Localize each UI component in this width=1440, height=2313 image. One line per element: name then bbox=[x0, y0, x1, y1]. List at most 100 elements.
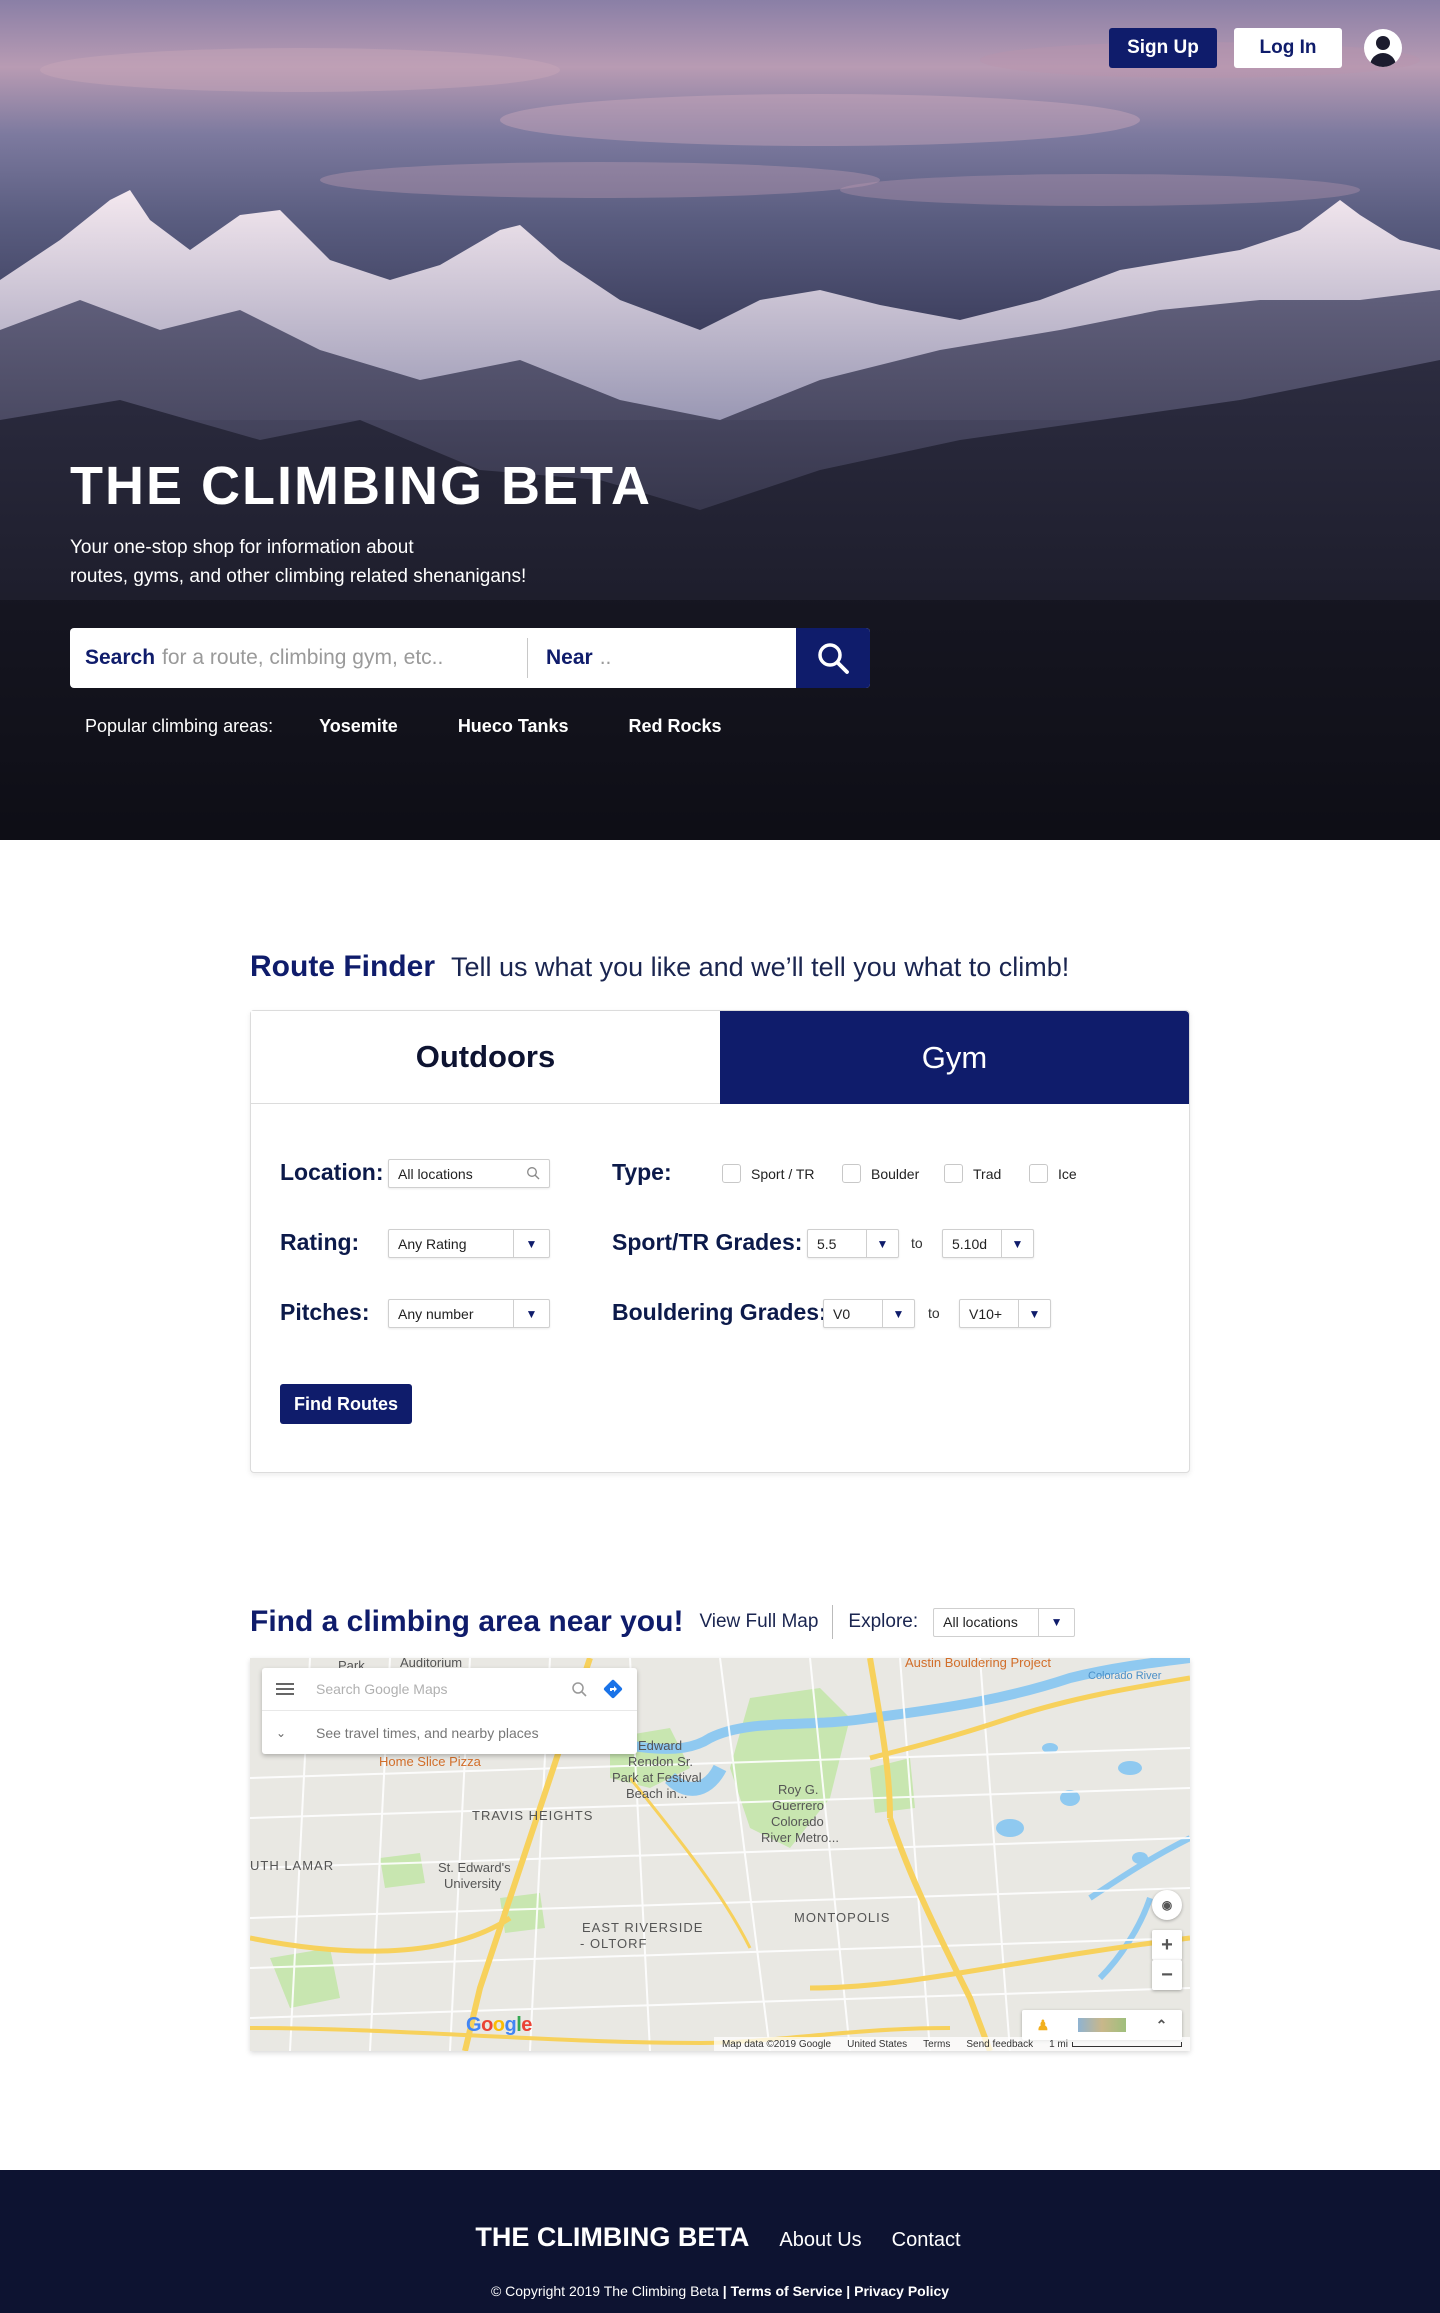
login-button[interactable]: Log In bbox=[1234, 28, 1342, 68]
avatar-head bbox=[1376, 36, 1390, 50]
search-icon[interactable] bbox=[571, 1681, 587, 1697]
site-footer: THE CLIMBING BETA About Us Contact © Cop… bbox=[0, 2170, 1440, 2313]
chevron-down-icon: ▼ bbox=[513, 1230, 549, 1257]
search-button[interactable] bbox=[796, 628, 870, 688]
footer-contact-link[interactable]: Contact bbox=[892, 2229, 961, 2252]
bouldering-grades-label: Bouldering Grades: bbox=[612, 1299, 827, 1325]
map-label: MONTOPOLIS bbox=[794, 1910, 891, 1925]
map-section-header: Find a climbing area near you! View Full… bbox=[250, 1600, 1076, 1644]
signup-button[interactable]: Sign Up bbox=[1109, 28, 1217, 68]
terms-link[interactable]: Terms of Service bbox=[731, 2283, 843, 2299]
type-checkbox-sport[interactable]: Sport / TR bbox=[722, 1164, 815, 1183]
map-label: Colorado bbox=[771, 1814, 824, 1829]
map-label: - OLTORF bbox=[580, 1936, 648, 1951]
map-country-link[interactable]: United States bbox=[847, 2039, 907, 2050]
chevron-down-icon: ▼ bbox=[866, 1230, 898, 1257]
map-terms-link[interactable]: Terms bbox=[923, 2039, 950, 2050]
hero-search-bar: Search for a route, climbing gym, etc.. … bbox=[70, 628, 870, 688]
footer-legal: © Copyright 2019 The Climbing Beta | Ter… bbox=[0, 2283, 1440, 2299]
popular-areas: Popular climbing areas: Yosemite Hueco T… bbox=[85, 716, 782, 737]
directions-icon[interactable] bbox=[603, 1679, 623, 1699]
map-label: Home Slice Pizza bbox=[379, 1754, 481, 1769]
map-label: University bbox=[444, 1876, 502, 1891]
boulder-grade-from-value: V0 bbox=[833, 1305, 851, 1322]
type-checkbox-ice[interactable]: Ice bbox=[1029, 1164, 1077, 1183]
menu-icon[interactable] bbox=[276, 1683, 294, 1695]
subtitle-line-2: routes, gyms, and other climbing related… bbox=[70, 566, 527, 587]
user-avatar-icon[interactable] bbox=[1364, 29, 1402, 67]
mountain-background-image bbox=[0, 42, 1440, 840]
to-label: to bbox=[911, 1235, 923, 1251]
boulder-grade-to-value: V10+ bbox=[969, 1305, 1003, 1322]
search-placeholder: for a route, climbing gym, etc.. bbox=[162, 646, 444, 669]
search-input[interactable]: Search for a route, climbing gym, etc.. bbox=[70, 638, 528, 678]
popular-area-link[interactable]: Yosemite bbox=[319, 716, 398, 737]
popular-area-link[interactable]: Red Rocks bbox=[629, 716, 722, 737]
chevron-down-icon: ▼ bbox=[882, 1300, 914, 1327]
rating-select[interactable]: Any Rating ▼ bbox=[388, 1229, 550, 1258]
sport-grade-to-select[interactable]: 5.10d ▼ bbox=[942, 1229, 1034, 1258]
near-placeholder: .. bbox=[599, 646, 612, 669]
pitches-label: Pitches: bbox=[280, 1299, 370, 1325]
top-actions: Sign Up Log In bbox=[1109, 28, 1402, 68]
popular-areas-label: Popular climbing areas: bbox=[85, 716, 274, 736]
checkbox-label: Trad bbox=[973, 1165, 1002, 1182]
route-finder-tagline: Tell us what you like and we’ll tell you… bbox=[451, 952, 1070, 982]
map-label: Guerrero bbox=[772, 1798, 825, 1813]
embedded-map[interactable]: Park Auditorium Austin Bouldering Projec… bbox=[250, 1658, 1190, 2051]
google-logo: Google bbox=[466, 2014, 532, 2036]
checkbox[interactable] bbox=[1029, 1164, 1048, 1183]
boulder-grade-to-select[interactable]: V10+ ▼ bbox=[959, 1299, 1051, 1328]
travel-times-row[interactable]: ⌄ See travel times, and nearby places bbox=[262, 1711, 637, 1754]
tab-gym[interactable]: Gym bbox=[720, 1011, 1189, 1104]
type-checkbox-boulder[interactable]: Boulder bbox=[842, 1164, 919, 1183]
explore-value: All locations bbox=[943, 1614, 1018, 1630]
near-label: Near bbox=[546, 646, 593, 669]
find-routes-button[interactable]: Find Routes bbox=[280, 1384, 412, 1424]
pegman-icon[interactable]: ♟ bbox=[1037, 2017, 1050, 2034]
map-label: Beach in... bbox=[626, 1786, 688, 1801]
map-label: Roy G. bbox=[778, 1782, 819, 1797]
popular-area-link[interactable]: Hueco Tanks bbox=[458, 716, 569, 737]
footer-about-link[interactable]: About Us bbox=[779, 2229, 861, 2252]
sport-grades-label: Sport/TR Grades: bbox=[612, 1229, 803, 1255]
near-input[interactable]: Near .. bbox=[528, 628, 796, 688]
sport-grade-from-value: 5.5 bbox=[817, 1235, 837, 1252]
location-label: Location: bbox=[280, 1159, 384, 1185]
location-select[interactable]: All locations bbox=[388, 1159, 550, 1188]
sport-grade-from-select[interactable]: 5.5 ▼ bbox=[807, 1229, 899, 1258]
satellite-thumbnail-icon[interactable] bbox=[1078, 2018, 1127, 2032]
checkbox[interactable] bbox=[722, 1164, 741, 1183]
tab-outdoors[interactable]: Outdoors bbox=[251, 1011, 720, 1104]
boulder-grade-from-select[interactable]: V0 ▼ bbox=[823, 1299, 915, 1328]
pitches-select[interactable]: Any number ▼ bbox=[388, 1299, 550, 1328]
route-finder-card: Outdoors Gym Location: All locations Rat… bbox=[250, 1010, 1190, 1473]
type-checkbox-trad[interactable]: Trad bbox=[944, 1164, 1001, 1183]
checkbox-label: Sport / TR bbox=[751, 1165, 815, 1182]
map-label: Colorado River bbox=[1088, 1670, 1162, 1682]
privacy-link[interactable]: Privacy Policy bbox=[854, 2283, 949, 2299]
zoom-in-button[interactable]: + bbox=[1152, 1930, 1182, 1960]
explore-select[interactable]: All locations ▼ bbox=[933, 1607, 1076, 1637]
google-maps-search-input[interactable]: Search Google Maps bbox=[262, 1668, 637, 1711]
route-finder-header: Route Finder Tell us what you like and w… bbox=[250, 950, 1069, 984]
map-label: Edward bbox=[638, 1738, 683, 1753]
map-layers-control[interactable]: ♟ ⌃ bbox=[1022, 2010, 1182, 2040]
my-location-icon[interactable]: ◉ bbox=[1152, 1890, 1182, 1920]
map-section-title: Find a climbing area near you! bbox=[250, 1605, 684, 1638]
to-label: to bbox=[928, 1305, 940, 1321]
google-maps-search-placeholder: Search Google Maps bbox=[316, 1681, 448, 1697]
checkbox[interactable] bbox=[944, 1164, 963, 1183]
route-finder-tabs: Outdoors Gym bbox=[251, 1011, 1189, 1104]
footer-brand[interactable]: THE CLIMBING BETA bbox=[475, 2222, 749, 2253]
avatar-body bbox=[1370, 53, 1396, 67]
explore-label: Explore: bbox=[848, 1611, 919, 1632]
footer-nav: THE CLIMBING BETA About Us Contact bbox=[0, 2222, 1440, 2253]
map-feedback-link[interactable]: Send feedback bbox=[966, 2039, 1033, 2050]
chevron-up-icon[interactable]: ⌃ bbox=[1156, 2017, 1168, 2034]
checkbox[interactable] bbox=[842, 1164, 861, 1183]
chevron-down-icon: ▼ bbox=[1038, 1608, 1074, 1636]
search-icon bbox=[527, 1167, 540, 1180]
zoom-out-button[interactable]: − bbox=[1152, 1960, 1182, 1990]
view-full-map-link[interactable]: View Full Map bbox=[699, 1605, 834, 1639]
